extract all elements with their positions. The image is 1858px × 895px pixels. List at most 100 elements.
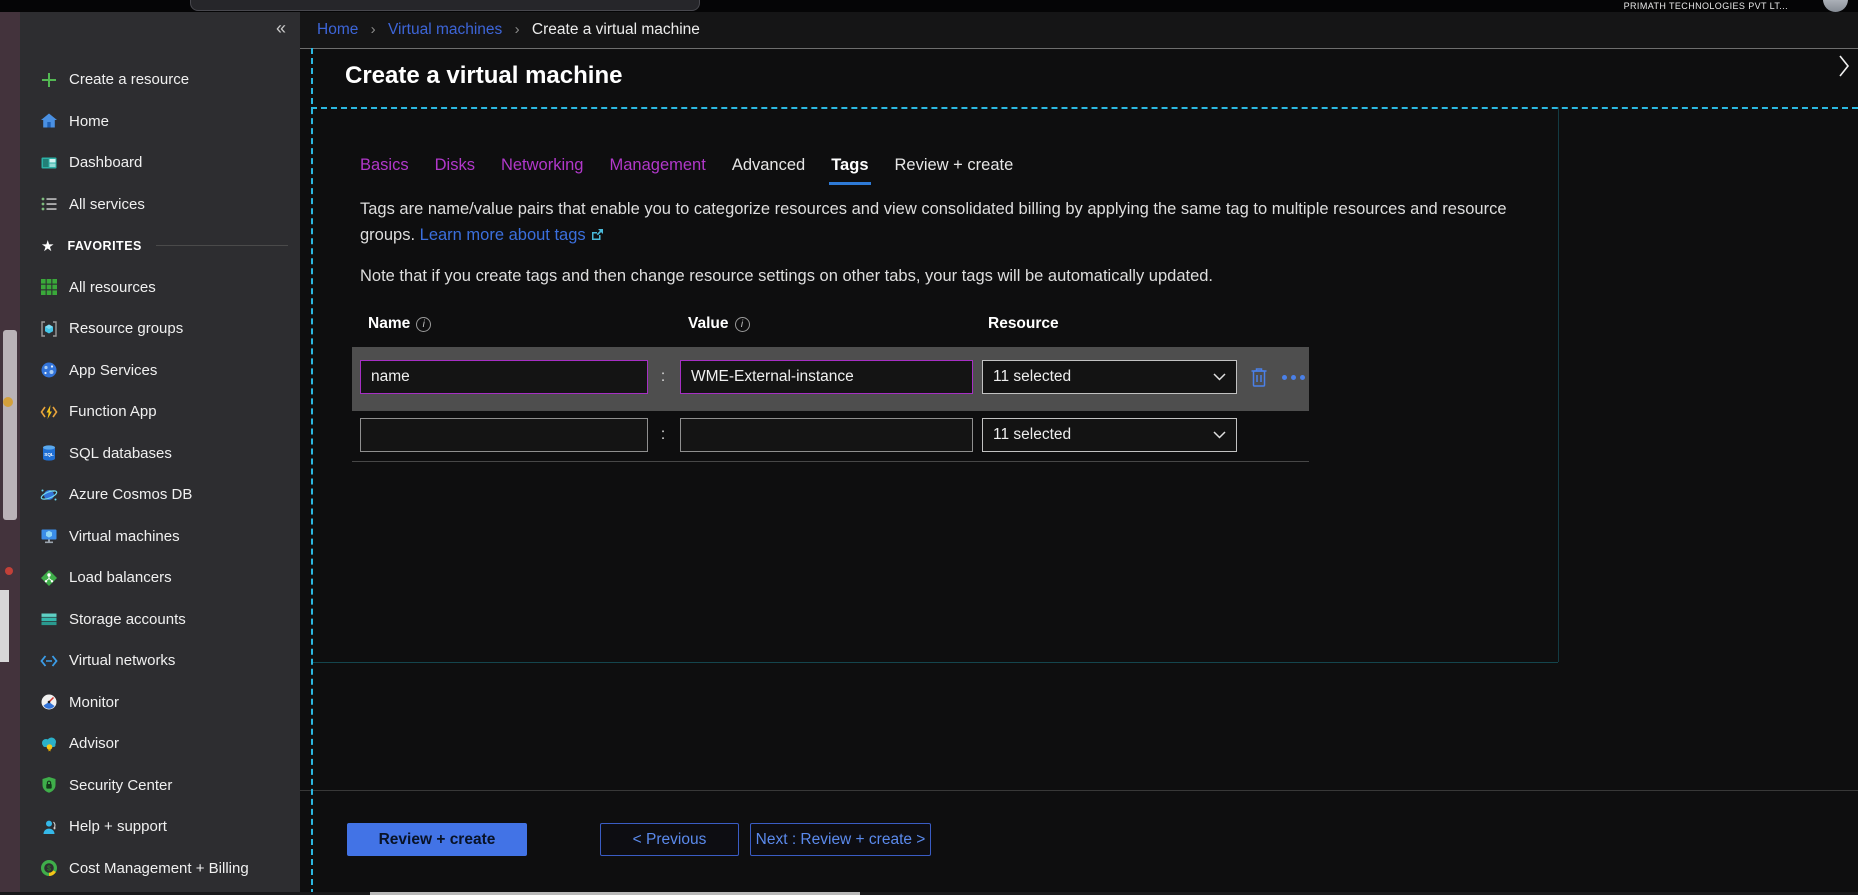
function-app-icon xyxy=(39,402,59,422)
annotation-dashed-line xyxy=(311,48,313,895)
breadcrumb-home[interactable]: Home xyxy=(317,21,358,38)
app-services-icon xyxy=(39,360,59,380)
advisor-icon xyxy=(39,734,59,754)
sidebar-item-virtual-networks[interactable]: Virtual networks xyxy=(20,640,300,682)
sidebar-item-load-balancers[interactable]: Load balancers xyxy=(20,557,300,599)
sidebar-item-create-a-resource[interactable]: Create a resource xyxy=(20,59,300,101)
load-balancers-icon xyxy=(39,568,59,588)
next-button[interactable]: Next : Review + create > xyxy=(750,823,931,856)
sidebar-item-sql-databases[interactable]: SQL SQL databases xyxy=(20,433,300,475)
page-title: Create a virtual machine xyxy=(345,62,622,90)
sidebar-item-dashboard[interactable]: Dashboard xyxy=(20,142,300,184)
annotation-line xyxy=(311,662,1558,663)
help-support-icon xyxy=(39,817,59,837)
learn-more-link[interactable]: Learn more about tags xyxy=(420,226,586,244)
tab-disks[interactable]: Disks xyxy=(435,156,475,175)
sidebar-item-function-app[interactable]: Function App xyxy=(20,391,300,433)
previous-button[interactable]: < Previous xyxy=(600,823,739,856)
sidebar-item-all-services[interactable]: All services xyxy=(20,184,300,226)
tab-management[interactable]: Management xyxy=(610,156,706,175)
annotation-dashed-line xyxy=(311,107,1858,109)
external-link-icon xyxy=(591,223,604,249)
separator: : xyxy=(655,418,671,452)
tab-networking[interactable]: Networking xyxy=(501,156,584,175)
breadcrumb-virtual-machines[interactable]: Virtual machines xyxy=(388,21,502,38)
chevron-down-icon xyxy=(1213,368,1226,386)
divider xyxy=(300,48,1858,49)
os-dock-strip xyxy=(0,12,20,895)
address-bar[interactable] xyxy=(190,0,700,11)
sidebar-section-favorites: ★ FAVORITES xyxy=(20,225,300,267)
sidebar-item-help-support[interactable]: Help + support xyxy=(20,806,300,848)
plus-icon xyxy=(39,70,59,90)
account-name[interactable]: PRIMATH TECHNOLOGIES PVT LT... xyxy=(1624,1,1788,11)
dock-item xyxy=(3,330,17,520)
virtual-networks-icon xyxy=(39,651,59,671)
resource-dropdown[interactable]: 11 selected xyxy=(982,360,1237,394)
tag-row-2: : 11 selected xyxy=(352,411,1309,461)
chevron-right-icon: › xyxy=(515,21,520,38)
resource-groups-icon xyxy=(39,319,59,339)
all-services-icon xyxy=(39,194,59,214)
tag-table-header: Namei Valuei Resource xyxy=(360,315,1575,335)
tab-advanced[interactable]: Advanced xyxy=(732,156,805,175)
breadcrumb-current: Create a virtual machine xyxy=(532,21,700,38)
column-value: Value xyxy=(688,315,729,332)
delete-tag-icon[interactable] xyxy=(1250,367,1268,393)
column-resource: Resource xyxy=(988,315,1059,333)
column-name: Name xyxy=(368,315,410,332)
avatar[interactable] xyxy=(1823,0,1848,12)
sidebar-item-advisor[interactable]: Advisor xyxy=(20,723,300,765)
tab-basics[interactable]: Basics xyxy=(360,156,409,175)
sidebar-item-cost-management-billing[interactable]: $ Cost Management + Billing xyxy=(20,848,300,890)
dock-item xyxy=(5,567,13,575)
sidebar-item-monitor[interactable]: Monitor xyxy=(20,682,300,724)
sidebar-item-azure-cosmos-db[interactable]: Azure Cosmos DB xyxy=(20,474,300,516)
tag-name-input[interactable] xyxy=(360,360,648,394)
sidebar-item-home[interactable]: Home xyxy=(20,101,300,143)
collapse-sidebar-icon[interactable]: « xyxy=(276,18,286,39)
tags-note: Note that if you create tags and then ch… xyxy=(360,263,1575,289)
all-resources-icon xyxy=(39,277,59,297)
dock-item xyxy=(3,397,13,407)
sidebar-item-storage-accounts[interactable]: Storage accounts xyxy=(20,599,300,641)
tab-review-create[interactable]: Review + create xyxy=(895,156,1014,175)
divider xyxy=(300,790,1858,791)
tags-description: Tags are name/value pairs that enable yo… xyxy=(360,196,1510,249)
cost-management-icon: $ xyxy=(39,858,59,878)
svg-text:$: $ xyxy=(47,866,51,873)
sidebar-item-virtual-machines[interactable]: Virtual machines xyxy=(20,516,300,558)
info-icon[interactable]: i xyxy=(416,317,431,332)
dock-item xyxy=(0,590,9,662)
sidebar: « Create a resource Home Dashboard All s… xyxy=(20,12,300,895)
dashboard-icon xyxy=(39,153,59,173)
security-center-icon xyxy=(39,775,59,795)
chevron-right-icon: › xyxy=(371,21,376,38)
sidebar-item-resource-groups[interactable]: Resource groups xyxy=(20,308,300,350)
tag-name-input[interactable] xyxy=(360,418,648,452)
tag-value-input[interactable] xyxy=(680,360,973,394)
tag-value-input[interactable] xyxy=(680,418,973,452)
cosmos-db-icon xyxy=(39,485,59,505)
svg-text:SQL: SQL xyxy=(44,452,54,457)
monitor-icon xyxy=(39,692,59,712)
tag-table-body: : 11 selected : 11 selected xyxy=(360,347,1575,462)
info-icon[interactable]: i xyxy=(735,317,750,332)
separator: : xyxy=(655,360,671,394)
resource-dropdown[interactable]: 11 selected xyxy=(982,418,1237,452)
more-options-icon[interactable] xyxy=(1282,375,1305,380)
tab-tags[interactable]: Tags xyxy=(831,156,868,175)
sidebar-item-all-resources[interactable]: All resources xyxy=(20,267,300,309)
expand-chevron-icon[interactable] xyxy=(1838,54,1850,83)
wizard-tabs: Basics Disks Networking Management Advan… xyxy=(360,150,1575,180)
sidebar-item-app-services[interactable]: App Services xyxy=(20,350,300,392)
storage-accounts-icon xyxy=(39,609,59,629)
review-create-button[interactable]: Review + create xyxy=(347,823,527,856)
sql-databases-icon: SQL xyxy=(39,443,59,463)
tag-row-1: : 11 selected xyxy=(352,347,1309,411)
divider xyxy=(156,245,288,246)
chevron-down-icon xyxy=(1213,426,1226,444)
breadcrumb: Home › Virtual machines › Create a virtu… xyxy=(300,12,1858,48)
browser-top-strip: PRIMATH TECHNOLOGIES PVT LT... xyxy=(0,0,1858,12)
sidebar-item-security-center[interactable]: Security Center xyxy=(20,765,300,807)
